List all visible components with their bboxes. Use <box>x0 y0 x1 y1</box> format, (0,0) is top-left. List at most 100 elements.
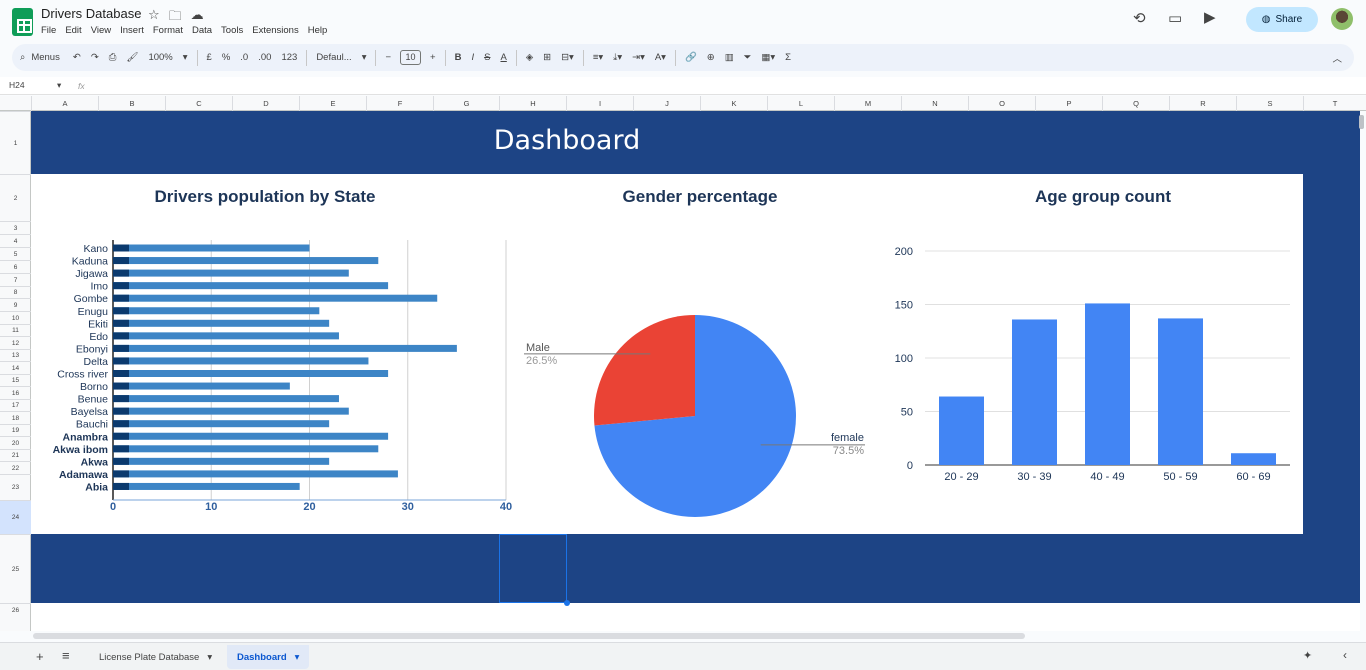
insert-chart-icon[interactable]: ▥ <box>725 52 734 63</box>
fill-handle[interactable] <box>564 600 570 606</box>
insert-comment-icon[interactable]: ⊕ <box>707 52 715 63</box>
column-header-t[interactable]: T <box>1303 96 1366 111</box>
row-header-24[interactable]: 24 <box>0 500 31 534</box>
row-header-21[interactable]: 21 <box>0 449 31 461</box>
document-title[interactable]: Drivers Database <box>41 6 141 21</box>
vertical-align-icon[interactable]: ⤓▾ <box>613 52 622 63</box>
print-icon[interactable]: ⎙ <box>109 52 117 63</box>
row-header-10[interactable]: 10 <box>0 311 31 324</box>
tab-license-plate-database[interactable]: License Plate Database ▾ <box>89 645 222 669</box>
formula-input[interactable] <box>85 77 1366 94</box>
column-header-b[interactable]: B <box>98 96 165 111</box>
decrease-decimal-button[interactable]: .0 <box>240 52 248 63</box>
text-rotation-icon[interactable]: A▾ <box>655 52 666 63</box>
row-header-15[interactable]: 15 <box>0 374 31 386</box>
increase-decimal-button[interactable]: .00 <box>258 52 271 63</box>
row-header-1[interactable]: 1 <box>0 111 31 174</box>
functions-button[interactable]: Σ <box>785 52 791 63</box>
row-header-19[interactable]: 19 <box>0 424 31 436</box>
column-header-g[interactable]: G <box>433 96 499 111</box>
menu-data[interactable]: Data <box>192 25 212 36</box>
age-bar-chart[interactable]: 0 50 100 150 200 20 - 29 30 - 39 40 - 49 50 - 59… <box>880 238 1300 488</box>
column-header-a[interactable]: A <box>31 96 98 111</box>
menu-view[interactable]: View <box>91 25 111 36</box>
column-header-i[interactable]: I <box>566 96 633 111</box>
merge-cells-icon[interactable]: ⊟▾ <box>561 52 574 63</box>
menu-help[interactable]: Help <box>308 25 328 36</box>
column-header-l[interactable]: L <box>767 96 834 111</box>
fill-color-icon[interactable]: ◈ <box>526 52 533 63</box>
column-header-f[interactable]: F <box>366 96 433 111</box>
undo-icon[interactable]: ↶ <box>73 52 81 63</box>
insert-link-icon[interactable]: 🔗 <box>685 52 697 63</box>
currency-format-button[interactable]: £ <box>207 52 212 63</box>
column-header-j[interactable]: J <box>633 96 700 111</box>
row-header-3[interactable]: 3 <box>0 221 31 234</box>
percent-format-button[interactable]: % <box>222 52 230 63</box>
history-icon[interactable]: ⟲ <box>1133 9 1146 27</box>
font-size-decrease-icon[interactable]: − <box>385 52 391 63</box>
text-color-button[interactable]: A <box>500 52 506 63</box>
row-header-8[interactable]: 8 <box>0 286 31 298</box>
comments-icon[interactable]: ▭ <box>1168 9 1182 27</box>
avatar[interactable] <box>1331 8 1353 30</box>
sheets-logo-icon[interactable] <box>12 8 33 36</box>
menu-edit[interactable]: Edit <box>65 25 81 36</box>
column-header-c[interactable]: C <box>165 96 232 111</box>
meet-icon[interactable]: ▶ <box>1204 8 1216 26</box>
selected-cell[interactable] <box>499 534 567 603</box>
menu-file[interactable]: File <box>41 25 56 36</box>
gender-pie-chart[interactable]: female73.5% Male26.5% <box>510 300 880 530</box>
horizontal-align-icon[interactable]: ≡▾ <box>593 52 603 63</box>
add-sheet-button[interactable]: + <box>36 649 44 664</box>
font-size-input[interactable]: 10 <box>400 50 422 65</box>
row-header-4[interactable]: 4 <box>0 234 31 247</box>
row-header-22[interactable]: 22 <box>0 461 31 474</box>
share-button[interactable]: ◍ Share <box>1246 7 1318 32</box>
horizontal-scrollbar[interactable] <box>33 633 1025 639</box>
column-header-p[interactable]: P <box>1035 96 1102 111</box>
number-format-button[interactable]: 123 <box>281 52 297 63</box>
filter-views-icon[interactable]: ▦▾ <box>761 52 775 63</box>
font-size-increase-icon[interactable]: + <box>430 52 436 63</box>
menu-format[interactable]: Format <box>153 25 183 36</box>
column-header-n[interactable]: N <box>901 96 968 111</box>
row-header-14[interactable]: 14 <box>0 361 31 374</box>
row-header-13[interactable]: 13 <box>0 349 31 361</box>
chevron-down-icon[interactable]: ▾ <box>183 52 188 63</box>
strikethrough-button[interactable]: S <box>484 52 490 63</box>
menu-insert[interactable]: Insert <box>120 25 144 36</box>
column-header-m[interactable]: M <box>834 96 901 111</box>
column-header-r[interactable]: R <box>1169 96 1236 111</box>
vertical-scrollbar[interactable] <box>1359 115 1364 129</box>
row-header-5[interactable]: 5 <box>0 247 31 260</box>
search-menus[interactable]: ⌕ Menus <box>20 52 60 63</box>
column-header-d[interactable]: D <box>232 96 299 111</box>
chevron-down-icon[interactable]: ▾ <box>295 652 300 663</box>
collapse-side-panel-icon[interactable]: ‹ <box>1343 648 1347 662</box>
column-header-e[interactable]: E <box>299 96 366 111</box>
tab-dashboard[interactable]: Dashboard ▾ <box>227 645 310 669</box>
menu-tools[interactable]: Tools <box>221 25 243 36</box>
bold-button[interactable]: B <box>455 52 462 63</box>
row-header-2[interactable]: 2 <box>0 174 31 221</box>
row-header-20[interactable]: 20 <box>0 436 31 449</box>
paint-format-icon[interactable]: 🖌 <box>126 52 138 63</box>
column-header-k[interactable]: K <box>700 96 767 111</box>
collapse-toolbar-icon[interactable]: ︿ <box>1332 51 1342 65</box>
row-header-16[interactable]: 16 <box>0 386 31 399</box>
italic-button[interactable]: I <box>471 52 474 63</box>
row-header-11[interactable]: 11 <box>0 324 31 336</box>
name-box[interactable]: H24 ▾ <box>0 80 68 91</box>
chevron-down-icon[interactable]: ▾ <box>362 52 367 63</box>
column-header-s[interactable]: S <box>1236 96 1303 111</box>
filter-icon[interactable]: ⏷ <box>744 52 752 63</box>
all-sheets-button[interactable]: ≡ <box>62 648 70 663</box>
text-wrap-icon[interactable]: ⇥▾ <box>632 52 645 63</box>
row-header-17[interactable]: 17 <box>0 399 31 411</box>
row-header-23[interactable]: 23 <box>0 474 31 500</box>
row-header-9[interactable]: 9 <box>0 298 31 311</box>
column-header-h[interactable]: H <box>499 96 566 111</box>
row-header-6[interactable]: 6 <box>0 260 31 273</box>
borders-icon[interactable]: ⊞ <box>543 52 551 63</box>
